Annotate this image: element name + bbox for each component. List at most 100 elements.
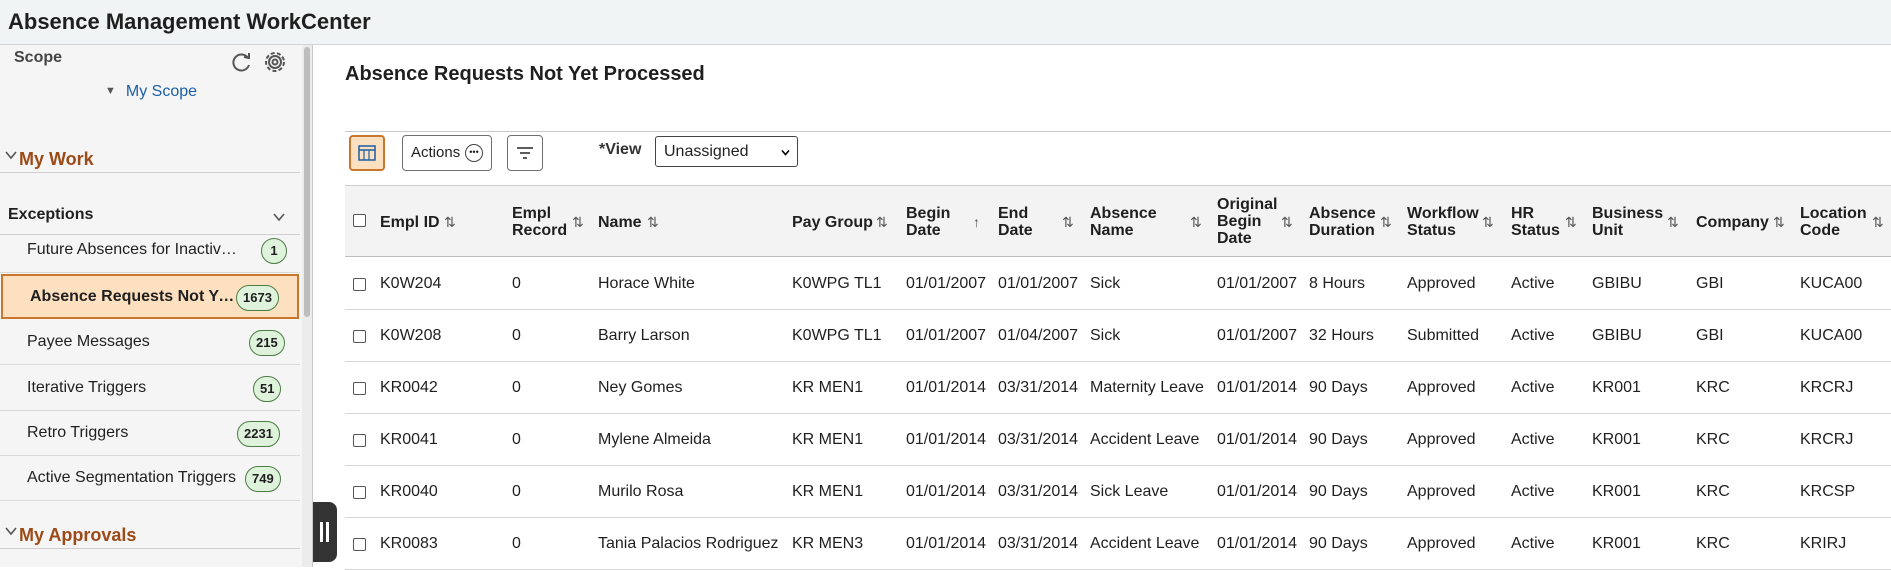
- filter-button[interactable]: [507, 135, 543, 171]
- col-header-original-begin-date[interactable]: Original Begin Date: [1217, 196, 1283, 247]
- chevron-down-icon: [5, 151, 17, 160]
- sidebar: Scope ▼ My Scope My Work Exceptions Futur…: [0, 45, 313, 567]
- table-row[interactable]: K0W208 0 Barry Larson K0WPG TL1 01/01/2007 01…: [345, 310, 1891, 362]
- col-header-location-code[interactable]: Location Code: [1800, 205, 1872, 239]
- filter-icon: [517, 147, 533, 159]
- row-checkbox[interactable]: [353, 434, 366, 447]
- exception-item-future-absences[interactable]: Future Absences for Inactive Employees 1: [0, 228, 300, 273]
- cell-end-date: 01/01/2007: [998, 275, 1079, 292]
- table-row[interactable]: K0W204 0 Horace White K0WPG TL1 01/01/2007 01…: [345, 258, 1891, 310]
- col-header-absence-name[interactable]: Absence Name: [1090, 205, 1170, 239]
- my-work-section[interactable]: My Work: [0, 146, 300, 173]
- actions-button[interactable]: Actions •••: [402, 135, 492, 171]
- sort-icon[interactable]: ⇅: [1667, 214, 1679, 231]
- cell-business-unit: KR001: [1592, 483, 1641, 500]
- col-header-empl-id[interactable]: Empl ID: [380, 214, 440, 231]
- cell-begin-date: 01/01/2014: [906, 483, 987, 500]
- col-header-hr-status[interactable]: HR Status: [1511, 205, 1565, 239]
- cell-workflow-status: Approved: [1407, 483, 1476, 500]
- cell-empl-record: 0: [512, 431, 521, 448]
- refresh-icon[interactable]: [229, 49, 255, 75]
- row-checkbox[interactable]: [353, 538, 366, 551]
- sort-icon[interactable]: ⇅: [647, 214, 659, 231]
- sort-icon[interactable]: ⇅: [1872, 214, 1884, 231]
- col-header-workflow-status[interactable]: Workflow Status: [1407, 205, 1479, 239]
- col-header-absence-duration[interactable]: Absence Duration: [1309, 205, 1381, 239]
- cell-pay-group: KR MEN3: [792, 535, 864, 552]
- cell-business-unit: KR001: [1592, 535, 1641, 552]
- exception-item-retro-triggers[interactable]: Retro Triggers 2231: [0, 411, 300, 456]
- cell-begin-date: 01/01/2014: [906, 379, 987, 396]
- table-row[interactable]: KR0042 0 Ney Gomes KR MEN1 01/01/2014 03/31/2…: [345, 362, 1891, 414]
- exception-item-active-segmentation[interactable]: Active Segmentation Triggers 749: [0, 456, 300, 501]
- row-checkbox[interactable]: [353, 330, 366, 343]
- col-header-pay-group[interactable]: Pay Group: [792, 214, 873, 231]
- sort-icon[interactable]: ⇅: [1482, 214, 1494, 231]
- sort-ascending-icon[interactable]: ↑: [973, 214, 980, 230]
- exceptions-title: Exceptions: [8, 206, 94, 223]
- col-header-end-date[interactable]: End Date: [998, 205, 1042, 239]
- row-checkbox[interactable]: [353, 382, 366, 395]
- my-scope-link[interactable]: ▼ My Scope: [105, 83, 197, 101]
- view-select[interactable]: Unassigned: [655, 136, 798, 167]
- my-approvals-title: My Approvals: [19, 525, 137, 545]
- col-header-begin-date[interactable]: Begin Date: [906, 205, 960, 239]
- cell-absence-duration: 90 Days: [1309, 483, 1368, 500]
- cell-location-code: KUCA00: [1800, 275, 1863, 292]
- cell-begin-date: 01/01/2014: [906, 535, 987, 552]
- cell-absence-name: Sick Leave: [1090, 483, 1169, 500]
- cell-location-code: KRCSP: [1800, 483, 1856, 500]
- col-header-company[interactable]: Company: [1696, 214, 1769, 231]
- table-row[interactable]: KR0041 0 Mylene Almeida KR MEN1 01/01/2014 03…: [345, 414, 1891, 466]
- sort-icon[interactable]: ⇅: [444, 214, 456, 231]
- pane-resize-handle[interactable]: [313, 502, 337, 562]
- cell-workflow-status: Approved: [1407, 431, 1476, 448]
- cell-workflow-status: Approved: [1407, 535, 1476, 552]
- cell-end-date: 03/31/2014: [998, 431, 1079, 448]
- sort-icon[interactable]: ⇅: [1380, 214, 1392, 231]
- cell-location-code: KRCRJ: [1800, 379, 1854, 396]
- cell-pay-group: K0WPG TL1: [792, 327, 882, 344]
- sort-icon[interactable]: ⇅: [1565, 214, 1577, 231]
- sidebar-scrollbar-thumb[interactable]: [304, 47, 310, 317]
- exception-item-absence-requests[interactable]: Absence Requests Not Yet Processed 1673: [1, 274, 299, 319]
- cell-absence-duration: 90 Days: [1309, 379, 1368, 396]
- table-row[interactable]: KR0083 0 Tania Palacios Rodriguez KR MEN3 01…: [345, 518, 1891, 570]
- my-approvals-section[interactable]: My Approvals: [0, 522, 300, 549]
- cell-absence-name: Maternity Leave: [1090, 379, 1204, 396]
- app-header: Absence Management WorkCenter: [0, 0, 1891, 45]
- grid-view-button[interactable]: [349, 135, 385, 171]
- cell-workflow-status: Submitted: [1407, 327, 1480, 344]
- exception-label: Retro Triggers: [27, 424, 129, 441]
- sort-icon[interactable]: ⇅: [1773, 214, 1785, 231]
- exception-label: Iterative Triggers: [27, 379, 147, 396]
- sort-icon[interactable]: ⇅: [876, 214, 888, 231]
- sort-icon[interactable]: ⇅: [1062, 214, 1074, 231]
- exception-item-payee-messages[interactable]: Payee Messages 215: [0, 320, 300, 365]
- app-title: Absence Management WorkCenter: [8, 9, 371, 34]
- sort-icon[interactable]: ⇅: [572, 214, 584, 231]
- gear-icon[interactable]: [262, 49, 288, 75]
- cell-company: KRC: [1696, 379, 1730, 396]
- cell-empl-id: KR0040: [380, 483, 438, 500]
- sort-icon[interactable]: ⇅: [1190, 214, 1202, 231]
- col-header-business-unit[interactable]: Business Unit: [1592, 205, 1668, 239]
- sort-icon[interactable]: ⇅: [1281, 214, 1293, 231]
- exception-label: Payee Messages: [27, 333, 150, 350]
- cell-pay-group: KR MEN1: [792, 379, 864, 396]
- exception-item-iterative-triggers[interactable]: Iterative Triggers 51: [0, 366, 300, 411]
- cell-begin-date: 01/01/2007: [906, 327, 987, 344]
- divider: [345, 131, 1891, 132]
- col-header-empl-record[interactable]: Empl Record: [512, 205, 572, 239]
- view-label: *View: [599, 141, 642, 158]
- cell-empl-record: 0: [512, 275, 521, 292]
- select-all-checkbox[interactable]: [353, 214, 366, 227]
- actions-label: Actions: [411, 144, 461, 161]
- col-header-name[interactable]: Name: [598, 214, 642, 231]
- scope-label: Scope: [14, 49, 63, 66]
- cell-original-begin-date: 01/01/2007: [1217, 275, 1298, 292]
- row-checkbox[interactable]: [353, 486, 366, 499]
- cell-end-date: 03/31/2014: [998, 483, 1079, 500]
- table-row[interactable]: KR0040 0 Murilo Rosa KR MEN1 01/01/2014 03/31…: [345, 466, 1891, 518]
- row-checkbox[interactable]: [353, 278, 366, 291]
